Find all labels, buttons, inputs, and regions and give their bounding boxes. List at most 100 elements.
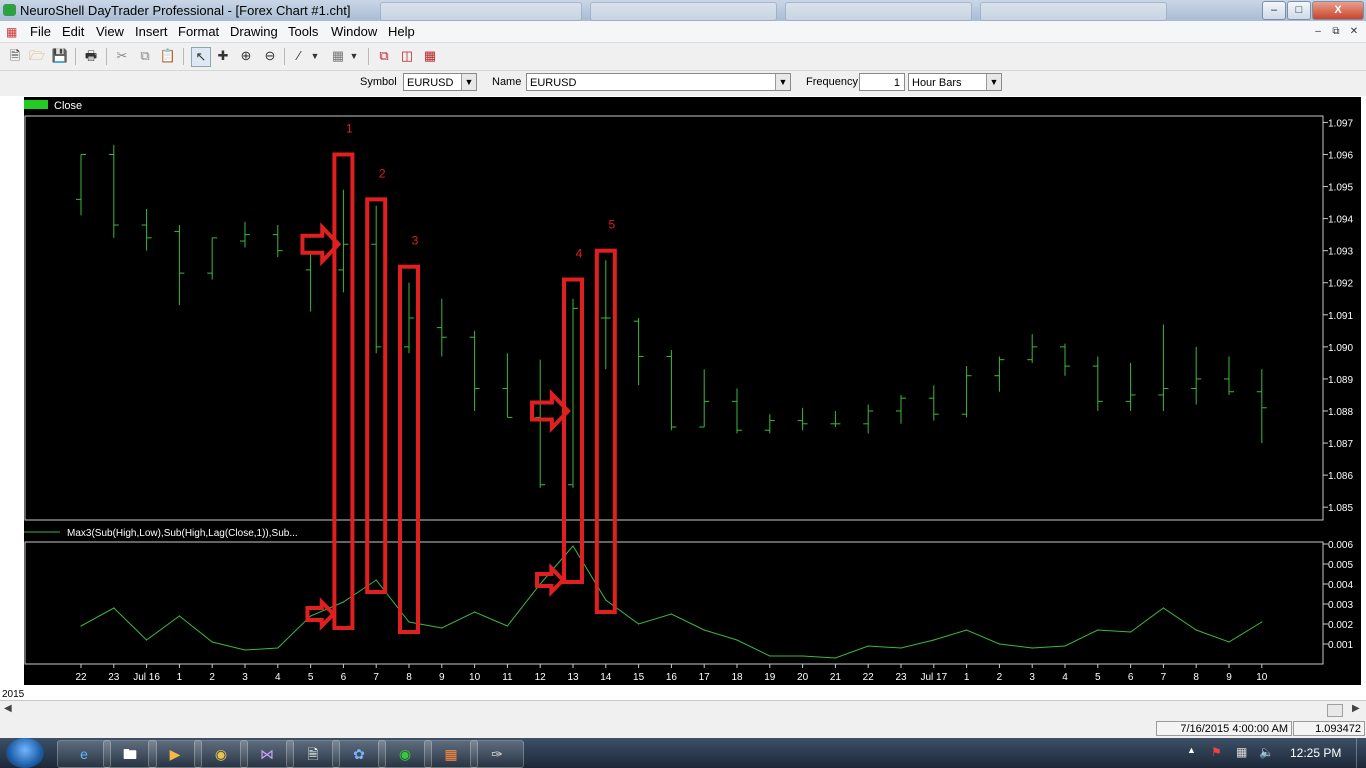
optimizer-icon[interactable]: ▦ [421, 47, 439, 65]
x-axis-label: 2 [209, 672, 215, 683]
indicator-point [998, 643, 1001, 645]
status-datetime: 7/16/2015 4:00:00 AM [1156, 721, 1292, 736]
chart-background [24, 97, 1361, 685]
x-axis-label: 6 [341, 672, 347, 683]
status-value: 1.093472 [1293, 721, 1365, 736]
close-button[interactable]: X [1312, 1, 1364, 20]
menu-window[interactable]: Window [331, 24, 377, 39]
horizontal-scrollbar[interactable]: ◀ ▶ [0, 700, 1366, 719]
x-axis-label: 9 [1226, 672, 1232, 683]
mdi-close-button[interactable]: ✕ [1347, 25, 1361, 38]
menu-help[interactable]: Help [388, 24, 415, 39]
annotation-label: 1 [346, 121, 353, 135]
x-axis-label: 1 [964, 672, 970, 683]
network-status-icon[interactable]: ▦ [1236, 745, 1247, 759]
mdi-minimize-button[interactable]: – [1311, 25, 1325, 38]
zoom-out-icon[interactable]: ⊖ [261, 47, 279, 65]
bars-value: Hour Bars [912, 77, 962, 89]
scroll-right-icon[interactable]: ▶ [1352, 703, 1360, 714]
print-icon[interactable]: 🖶 [82, 47, 100, 65]
title-bar: NeuroShell DayTrader Professional - [For… [0, 0, 1366, 21]
x-axis-label: 10 [469, 672, 481, 683]
x-axis-label: 17 [699, 672, 711, 683]
indicator-point [1228, 641, 1230, 643]
indicator-point [638, 623, 640, 625]
background-window-tab [980, 2, 1167, 21]
indicator-point [1031, 647, 1033, 649]
x-axis-label: 14 [600, 672, 612, 683]
maximize-button[interactable]: □ [1287, 1, 1311, 20]
indicator-axis-label: 0.001 [1328, 640, 1353, 651]
save-icon[interactable]: 💾 [51, 47, 69, 65]
x-axis-label: Jul 17 [920, 672, 947, 683]
start-button[interactable] [6, 738, 44, 768]
menu-view[interactable]: View [96, 24, 124, 39]
x-axis-label: 22 [75, 672, 87, 683]
menu-edit[interactable]: Edit [62, 24, 84, 39]
indicator-icon[interactable]: ⧉ [375, 47, 393, 65]
paste-icon[interactable]: 📋 [159, 47, 177, 65]
close-legend-label: Close [54, 100, 82, 112]
pointer-icon[interactable]: ↖ [191, 47, 211, 67]
tray-expand-icon[interactable]: ▲ [1187, 745, 1196, 755]
show-desktop-button[interactable] [1356, 738, 1366, 768]
crosshair-icon[interactable]: ✚ [214, 47, 232, 65]
scroll-left-icon[interactable]: ◀ [4, 703, 12, 714]
mdi-restore-button[interactable]: ⧉ [1329, 25, 1343, 38]
chart-area[interactable]: Close Max3(Sub(High,Low),Sub(High,Lag(Cl… [0, 96, 1366, 700]
menu-drawing[interactable]: Drawing [230, 24, 278, 39]
symbol-value: EURUSD [407, 77, 454, 89]
x-axis-label: 21 [830, 672, 842, 683]
fill-pattern-dropdown-icon[interactable]: ▼ [348, 47, 360, 65]
name-dropdown-icon[interactable]: ▼ [775, 74, 790, 90]
status-bar: 7/16/2015 4:00:00 AM 1.093472 [0, 718, 1366, 738]
minimize-button[interactable]: – [1262, 1, 1286, 20]
line-tool-dropdown-icon[interactable]: ▼ [309, 47, 321, 65]
indicator-point [802, 655, 804, 657]
x-axis-label: 2 [997, 672, 1003, 683]
bars-dropdown-icon[interactable]: ▼ [986, 74, 1001, 90]
symbol-dropdown-icon[interactable]: ▼ [461, 74, 476, 90]
x-axis-label: 4 [275, 672, 281, 683]
scroll-thumb[interactable] [1327, 704, 1343, 717]
volume-icon[interactable]: 🔈 [1259, 745, 1274, 759]
indicator-point [703, 629, 705, 631]
frequency-input[interactable]: 1 [859, 73, 905, 91]
price-axis-label: 1.097 [1328, 118, 1353, 129]
menu-file[interactable]: File [30, 24, 51, 39]
x-axis-label: 3 [242, 672, 248, 683]
zoom-in-icon[interactable]: ⊕ [237, 47, 255, 65]
indicator-point [1064, 645, 1066, 647]
paint-icon[interactable]: ✑ [470, 740, 524, 768]
document-icon[interactable]: ▦ [6, 25, 22, 39]
action-center-icon[interactable]: ⚑ [1211, 745, 1222, 759]
x-axis-label: 13 [567, 672, 579, 683]
menu-format[interactable]: Format [178, 24, 219, 39]
indicator-axis-label: 0.005 [1328, 560, 1353, 571]
background-window-tab [380, 2, 582, 21]
x-axis-label: 22 [863, 672, 875, 683]
copy-icon[interactable]: ⧉ [136, 47, 154, 65]
annotation-label: 5 [608, 218, 615, 232]
menu-tools[interactable]: Tools [288, 24, 318, 39]
indicator-axis-label: 0.004 [1328, 580, 1353, 591]
indicator-point [966, 629, 968, 631]
open-folder-icon[interactable]: 🗁 [28, 47, 46, 65]
price-axis-label: 1.093 [1328, 247, 1353, 258]
symbol-label: Symbol [360, 76, 397, 88]
menu-insert[interactable]: Insert [135, 24, 168, 39]
x-axis-label: 5 [308, 672, 314, 683]
x-axis-label: 5 [1095, 672, 1101, 683]
fill-pattern-icon[interactable]: ▦ [329, 47, 347, 65]
price-axis-label: 1.086 [1328, 471, 1353, 482]
cut-icon[interactable]: ✂ [113, 47, 131, 65]
chart-window-icon[interactable]: ◫ [398, 47, 416, 65]
indicator-point [211, 641, 213, 643]
price-axis-label: 1.088 [1328, 407, 1353, 418]
line-tool-icon[interactable]: ∕ [290, 47, 308, 65]
x-axis-label: 12 [535, 672, 547, 683]
name-select[interactable]: EURUSD [526, 73, 791, 91]
new-file-icon[interactable]: 🗎 [6, 47, 24, 65]
toolbar-separator [106, 48, 107, 65]
indicator-point [80, 625, 82, 627]
